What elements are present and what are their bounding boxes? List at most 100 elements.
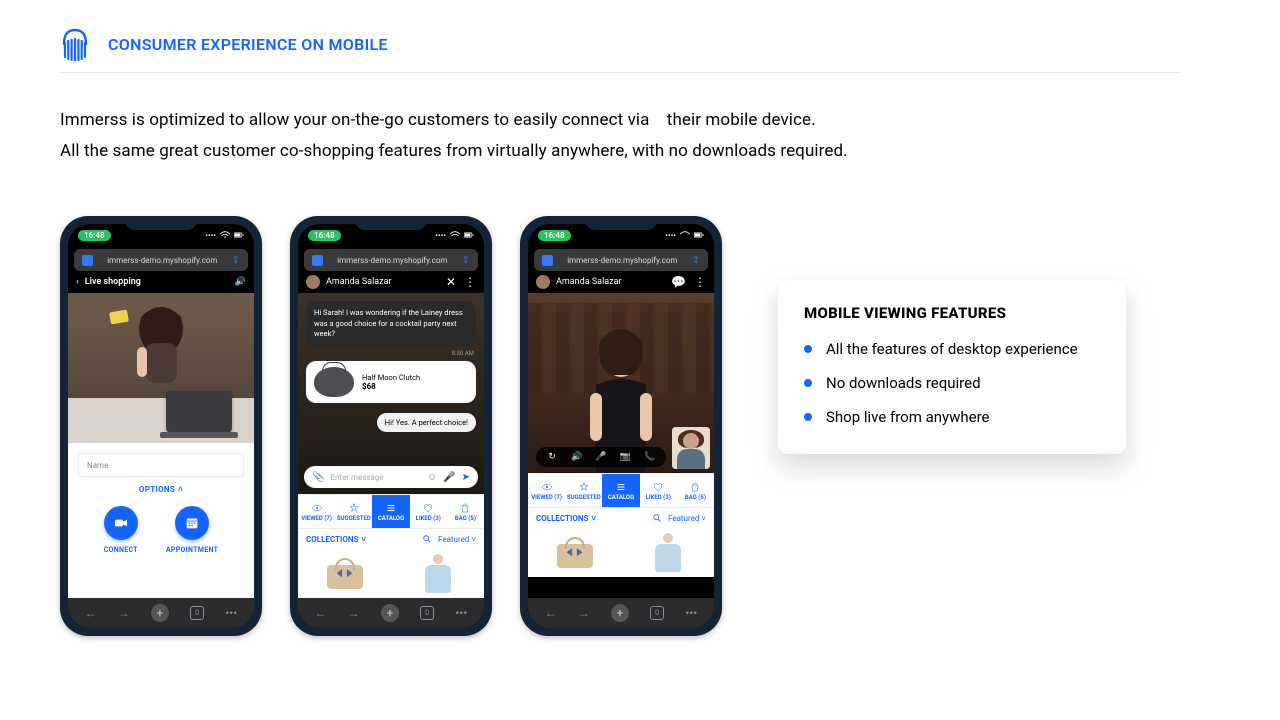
phone-1: 16:48 •••• immerss-demo.myshopify.com ⇪	[60, 216, 262, 636]
tab-suggested[interactable]: SUGGESTED	[335, 495, 372, 528]
message-timestamp: 8:30 AM	[298, 350, 484, 357]
more-icon[interactable]: •••	[225, 606, 237, 620]
calendar-icon	[184, 515, 200, 531]
host-name: Amanda Salazar	[556, 277, 622, 287]
featured-dropdown[interactable]: Featured ˅	[668, 514, 706, 523]
back-icon[interactable]: ‹	[76, 277, 79, 287]
close-icon[interactable]: ✕	[446, 275, 456, 289]
options-toggle[interactable]: OPTIONS ˄	[139, 485, 183, 494]
tab-viewed[interactable]: VIEWED (7)	[528, 474, 565, 507]
emoji-icon[interactable]: ☺	[427, 472, 437, 483]
browser-tab-badge	[82, 255, 93, 266]
end-call-icon[interactable]: 📞	[644, 452, 656, 462]
video-feed: ↻ 🔊 🎤 📷 📞	[528, 293, 714, 473]
chat-header: Amanda Salazar ✕ ⋮	[298, 271, 484, 293]
share-icon[interactable]: ⇪	[232, 255, 240, 266]
chevron-down-icon: ˅	[471, 535, 476, 544]
appointment-button[interactable]: APPOINTMENT	[166, 506, 218, 554]
video-call-icon	[113, 515, 129, 531]
product-thumb[interactable]	[298, 550, 391, 598]
tab-bag[interactable]: BAG (5)	[447, 495, 484, 528]
product-thumb[interactable]	[528, 529, 621, 577]
intro-text: Immerss is optimized to allow your on-th…	[60, 105, 1220, 166]
chat-bubble-icon[interactable]: 💬	[671, 275, 686, 289]
product-price: $68	[362, 382, 420, 391]
catalog-tabs: VIEWED (7) SUGGESTED CATALOG LIKED (3) B…	[298, 494, 484, 528]
send-icon[interactable]: ➤	[462, 472, 470, 483]
reload-icon[interactable]: ↻	[546, 452, 558, 462]
products-row	[528, 529, 714, 577]
feature-card: MOBILE VIEWING FEATURES All the features…	[778, 280, 1126, 454]
collections-row: COLLECTIONS˅ Featured ˅	[528, 507, 714, 529]
url-text: immerss-demo.myshopify.com	[93, 256, 232, 265]
product-thumb[interactable]	[621, 529, 714, 577]
more-icon[interactable]: •••	[685, 606, 697, 620]
tabs-count-icon[interactable]: 0	[190, 606, 204, 620]
bullet-icon	[804, 379, 812, 387]
tab-liked[interactable]: LIKED (3)	[640, 474, 677, 507]
video-header: Amanda Salazar 💬 ⋮	[528, 271, 714, 293]
mic-icon[interactable]: 🎤	[595, 452, 607, 462]
browser-url-bar[interactable]: immerss-demo.myshopify.com ⇪	[534, 249, 708, 271]
new-tab-icon[interactable]: +	[381, 604, 399, 622]
tab-catalog[interactable]: CATALOG	[372, 495, 409, 528]
connect-button[interactable]: CONNECT	[104, 506, 138, 554]
tab-viewed[interactable]: VIEWED (7)	[298, 495, 335, 528]
collections-dropdown[interactable]: COLLECTIONS˅	[306, 535, 366, 544]
new-tab-icon[interactable]: +	[151, 604, 169, 622]
chevron-up-icon: ˄	[178, 485, 183, 494]
search-icon[interactable]	[652, 513, 662, 525]
back-nav-icon[interactable]: ←	[315, 606, 327, 620]
forward-nav-icon[interactable]: →	[578, 606, 590, 620]
featured-dropdown[interactable]: Featured ˅	[438, 535, 476, 544]
header-divider	[60, 72, 1180, 73]
product-thumb[interactable]	[391, 550, 484, 598]
forward-nav-icon[interactable]: →	[118, 606, 130, 620]
tab-bag[interactable]: BAG (5)	[677, 474, 714, 507]
tabs-count-icon[interactable]: 0	[650, 606, 664, 620]
camera-icon[interactable]: 📷	[619, 452, 631, 462]
phone-notch	[355, 216, 427, 230]
self-video-pip[interactable]	[672, 427, 710, 469]
live-shopping-header: ‹ Live shopping 🔊	[68, 271, 254, 293]
back-nav-icon[interactable]: ←	[85, 606, 97, 620]
time-pill: 16:48	[538, 230, 571, 241]
chevron-down-icon: ˅	[361, 535, 366, 544]
call-controls: ↻ 🔊 🎤 📷 📞	[536, 447, 666, 467]
more-icon[interactable]: •••	[455, 606, 467, 620]
new-tab-icon[interactable]: +	[611, 604, 629, 622]
speaker-icon[interactable]: 🔊	[571, 452, 583, 462]
share-icon[interactable]: ⇪	[692, 255, 700, 266]
tabs-count-icon[interactable]: 0	[420, 606, 434, 620]
search-icon[interactable]	[422, 534, 432, 546]
forward-nav-icon[interactable]: →	[348, 606, 360, 620]
product-card[interactable]: Half Moon Clutch $68	[306, 361, 476, 403]
wifi-icon	[220, 231, 230, 239]
tab-liked[interactable]: LIKED (3)	[410, 495, 447, 528]
name-input[interactable]: Name	[78, 453, 244, 477]
intro-line2: All the same great customer co-shopping …	[60, 136, 1220, 167]
volume-icon[interactable]: 🔊	[235, 277, 246, 287]
attachment-icon[interactable]: 📎	[312, 472, 324, 483]
phone-notch	[125, 216, 197, 230]
chevron-down-icon: ˅	[591, 514, 596, 523]
browser-url-bar[interactable]: immerss-demo.myshopify.com ⇪	[74, 249, 248, 271]
tab-suggested[interactable]: SUGGESTED	[565, 474, 602, 507]
phone-3: 16:48 •••• immerss-demo.myshopify.com ⇪	[520, 216, 722, 636]
kebab-icon[interactable]: ⋮	[694, 275, 706, 289]
collections-dropdown[interactable]: COLLECTIONS˅	[536, 514, 596, 523]
tab-catalog[interactable]: CATALOG	[602, 474, 639, 507]
browser-bottom-nav: ← → + 0 •••	[68, 598, 254, 628]
kebab-icon[interactable]: ⋮	[464, 275, 476, 289]
feature-card-title: MOBILE VIEWING FEATURES	[804, 304, 1100, 322]
message-input[interactable]: 📎 Enter message ☺ 🎤 ➤	[304, 466, 478, 488]
chevron-down-icon: ˅	[701, 514, 706, 523]
back-nav-icon[interactable]: ←	[545, 606, 557, 620]
products-row	[298, 550, 484, 598]
browser-url-bar[interactable]: immerss-demo.myshopify.com ⇪	[304, 249, 478, 271]
share-icon[interactable]: ⇪	[462, 255, 470, 266]
catalog-tabs: VIEWED (7) SUGGESTED CATALOG LIKED (3) B…	[528, 473, 714, 507]
live-shopping-title: Live shopping	[85, 277, 141, 287]
browser-bottom-nav: ← → + 0 •••	[298, 598, 484, 628]
mic-icon[interactable]: 🎤	[443, 472, 455, 483]
